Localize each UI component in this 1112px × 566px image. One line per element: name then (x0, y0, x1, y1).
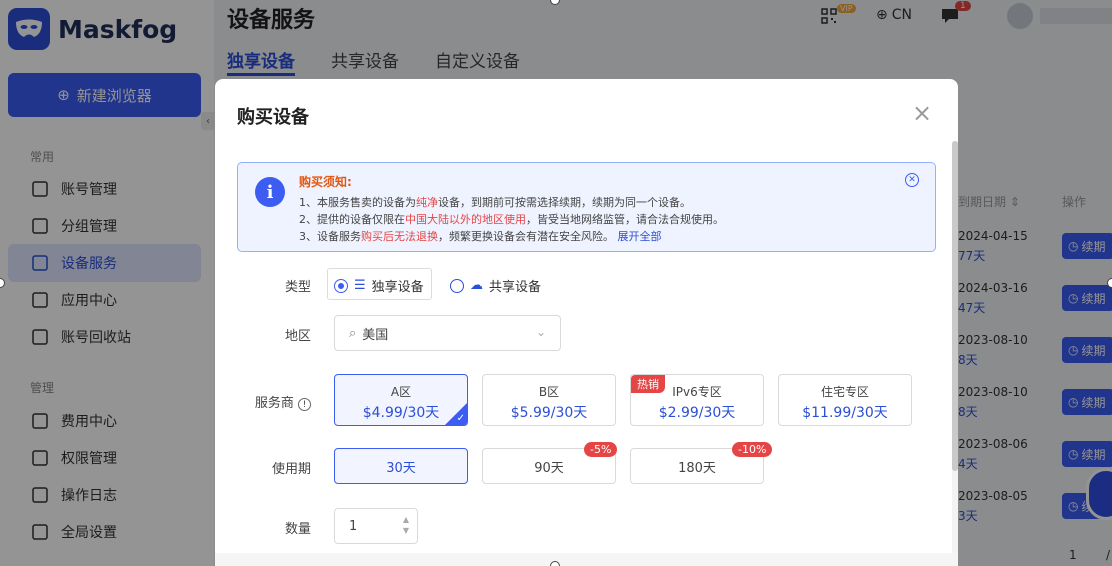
cloud-icon: ☁ (470, 278, 483, 293)
chevron-down-icon: ⌄ (535, 325, 546, 339)
provider-price: $5.99/30天 (510, 405, 588, 421)
period-label-text: 30天 (386, 460, 416, 476)
provider-card[interactable]: B区 $5.99/30天 (482, 374, 616, 426)
provider-card[interactable]: IPv6专区 $2.99/30天 热销 (630, 374, 764, 426)
provider-name: B区 (538, 385, 560, 399)
region-select[interactable]: ⌕ 美国 ⌄ (334, 315, 561, 351)
scrollbar-thumb[interactable] (952, 141, 958, 471)
server-icon: ☰ (354, 278, 366, 293)
expand-all-link[interactable]: 展开全部 (618, 230, 662, 243)
provider-name: A区 (390, 385, 412, 399)
radio-checked-icon (334, 278, 348, 293)
notice-close-icon[interactable]: ✕ (905, 173, 919, 187)
modal-footer (215, 553, 958, 566)
period-option[interactable]: 30天 (334, 448, 468, 484)
radio-shared-label: 共享设备 (489, 280, 542, 295)
radio-shared-device[interactable]: ☁ 共享设备 (450, 276, 541, 295)
period-label: 使用期 (271, 462, 311, 477)
provider-price: $11.99/30天 (802, 405, 888, 421)
notice-line-2: 2、提供的设备仅限在中国大陆以外的地区使用，皆受当地网络监管，请合法合规使用。 (299, 213, 724, 226)
hot-badge: 热销 (631, 375, 665, 393)
search-icon: ⌕ (349, 325, 357, 341)
radio-unchecked-icon (450, 278, 464, 293)
provider-card[interactable]: A区 $4.99/30天 ✓ (334, 374, 468, 426)
period-label-text: 180天 (678, 460, 716, 476)
period-label-text: 90天 (534, 460, 564, 476)
notice-line-1: 1、本服务售卖的设备为纯净设备，到期前可按需选择续期，续期为同一个设备。 (299, 196, 691, 209)
region-value: 美国 (362, 327, 389, 343)
discount-badge: -5% (584, 442, 618, 457)
quantity-value: 1 (349, 518, 358, 534)
radio-exclusive-label: 独享设备 (371, 280, 424, 295)
discount-badge: -10% (732, 442, 773, 457)
stepper-arrows-icon[interactable]: ▲ ▼ (403, 514, 409, 536)
provider-card[interactable]: 住宅专区 $11.99/30天 (778, 374, 912, 426)
provider-label: 服务商 ! (215, 392, 311, 411)
quantity-stepper[interactable]: 1 ▲ ▼ (334, 508, 418, 544)
purchase-device-modal: 购买设备 × i 购买须知: 1、本服务售卖的设备为纯净设备，到期前可按需选择续… (215, 79, 958, 566)
close-icon[interactable]: × (912, 101, 932, 125)
provider-price: $2.99/30天 (658, 405, 736, 421)
provider-name: 住宅专区 (820, 385, 869, 399)
region-label: 地区 (284, 329, 311, 344)
frame-handle-right (1107, 278, 1112, 288)
modal-title: 购买设备 (237, 107, 309, 128)
quantity-label: 数量 (284, 522, 311, 537)
info-icon: i (255, 177, 285, 207)
notice-line-3: 3、设备服务购买后无法退换，频繁更换设备会有潜在安全风险。 展开全部 (299, 230, 662, 243)
check-icon: ✓ (456, 413, 465, 424)
info-circle-icon: ! (298, 398, 311, 411)
purchase-notice: i 购买须知: 1、本服务售卖的设备为纯净设备，到期前可按需选择续期，续期为同一… (237, 162, 936, 252)
notice-title: 购买须知: (299, 175, 352, 189)
type-label: 类型 (284, 280, 311, 295)
frame-handle-bottom (550, 561, 560, 566)
radio-exclusive-device[interactable]: ☰ 独享设备 (334, 276, 424, 295)
